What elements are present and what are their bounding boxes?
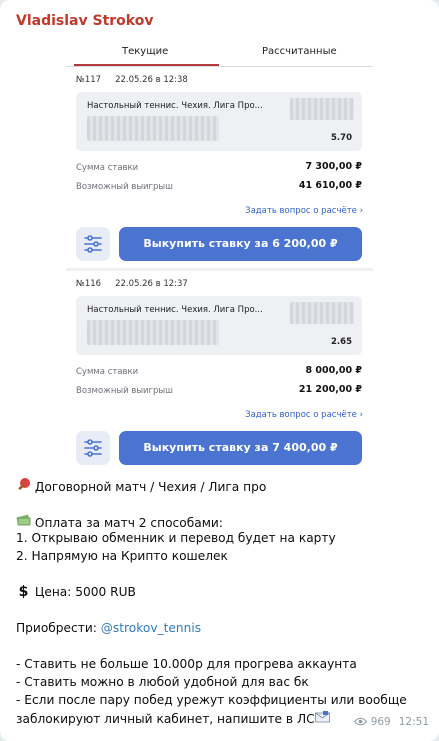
match-title: Настольный теннис. Чехия. Лига Про... (87, 101, 263, 111)
stake-label: Сумма ставки (76, 367, 139, 377)
match-box: Настольный теннис. Чехия. Лига Про... 5.… (76, 92, 362, 151)
views-count: 969 (354, 716, 391, 728)
bet-odds: 5.70 (331, 133, 352, 143)
message-text: Цена: 5000 RUB (34, 585, 136, 599)
filter-button[interactable] (76, 227, 110, 261)
bet-card: №116 22.05.26 в 12:37 Настольный теннис. … (66, 271, 373, 469)
bet-card: №117 22.05.26 в 12:38 Настольный теннис. … (66, 67, 373, 268)
bet-date: 22.05.26 в 12:37 (115, 279, 188, 289)
message-line: 1. Открываю обменник и перевод будет на … (16, 531, 336, 545)
match-title: Настольный теннис. Чехия. Лига Про... (87, 305, 263, 315)
stake-label: Сумма ставки (76, 163, 139, 173)
message-line: Договорной матч / Чехия / Лига про (16, 477, 266, 494)
tab-current[interactable]: Текущие (122, 46, 168, 57)
sliders-icon (84, 439, 102, 457)
ask-question-label: Задать вопрос о расчёте (245, 410, 357, 420)
sliders-icon (84, 235, 102, 253)
bet-number: №117 (76, 75, 102, 85)
win-label: Возможный выигрыш (76, 386, 173, 396)
views-value: 969 (370, 716, 391, 728)
message-line: 2. Напрямую на Крипто кошелек (16, 549, 228, 563)
message-text: Оплата за матч 2 способами: (34, 516, 223, 530)
money-bag-icon (16, 513, 31, 530)
message-footer: 969 12:51 (354, 716, 429, 728)
message-line: Приобрести: @strokov_tennis (16, 621, 201, 635)
bet-odds: 2.65 (331, 337, 352, 347)
buyout-button[interactable]: Выкупить ставку за 6 200,00 ₽ (119, 227, 362, 261)
attached-screenshot[interactable]: Текущие Рассчитанные №117 22.05.26 в 12:3… (66, 39, 373, 469)
bet-date: 22.05.26 в 12:38 (115, 75, 188, 85)
blurred-score (290, 302, 354, 324)
message-line: Оплата за матч 2 способами: (16, 513, 223, 530)
win-value: 21 200,00 ₽ (298, 384, 362, 395)
message-text: Приобрести: (16, 621, 101, 635)
bet-meta: №116 22.05.26 в 12:37 (76, 279, 188, 289)
message-line: заблокируют личный кабинет, напишите в Л… (16, 711, 330, 726)
message-line: - Ставить не больше 10.000р для прогрева… (16, 657, 357, 671)
filter-button[interactable] (76, 431, 110, 465)
ping-pong-icon (16, 477, 31, 494)
message-bubble: Vladislav Strokov Текущие Рассчитанные №… (0, 0, 439, 741)
message-text: Договорной матч / Чехия / Лига про (34, 480, 267, 494)
chevron-right-icon: › (359, 410, 363, 420)
match-box: Настольный теннис. Чехия. Лига Про... 2.… (76, 296, 362, 355)
author-name[interactable]: Vladislav Strokov (16, 13, 153, 29)
ask-question-label: Задать вопрос о расчёте (245, 206, 357, 216)
tab-settled[interactable]: Рассчитанные (262, 46, 337, 57)
blurred-selection (87, 116, 219, 141)
win-label: Возможный выигрыш (76, 182, 173, 192)
chevron-right-icon: › (359, 206, 363, 216)
message-line: - Если после пару побед урежут коэффицие… (16, 693, 407, 707)
dollar-icon: $ (18, 584, 29, 600)
envelope-icon (314, 711, 330, 726)
win-value: 41 610,00 ₽ (298, 180, 362, 191)
bet-number: №116 (76, 279, 102, 289)
ask-question-link[interactable]: Задать вопрос о расчёте › (245, 410, 363, 420)
stake-value: 8 000,00 ₽ (305, 365, 363, 376)
message-line: $ Цена: 5000 RUB (16, 584, 136, 600)
buyout-button[interactable]: Выкупить ставку за 7 400,00 ₽ (119, 431, 362, 465)
bets-tabs: Текущие Рассчитанные (66, 39, 373, 66)
message-line: - Ставить можно в любой удобной для вас … (16, 675, 309, 689)
message-time: 12:51 (398, 716, 429, 728)
blurred-selection (87, 320, 219, 345)
username-link[interactable]: @strokov_tennis (101, 621, 201, 635)
blurred-score (290, 98, 354, 120)
message-text: заблокируют личный кабинет, напишите в Л… (16, 712, 315, 726)
stake-value: 7 300,00 ₽ (305, 161, 363, 172)
bet-meta: №117 22.05.26 в 12:38 (76, 75, 188, 85)
ask-question-link[interactable]: Задать вопрос о расчёте › (245, 206, 363, 216)
eye-icon (354, 716, 370, 728)
